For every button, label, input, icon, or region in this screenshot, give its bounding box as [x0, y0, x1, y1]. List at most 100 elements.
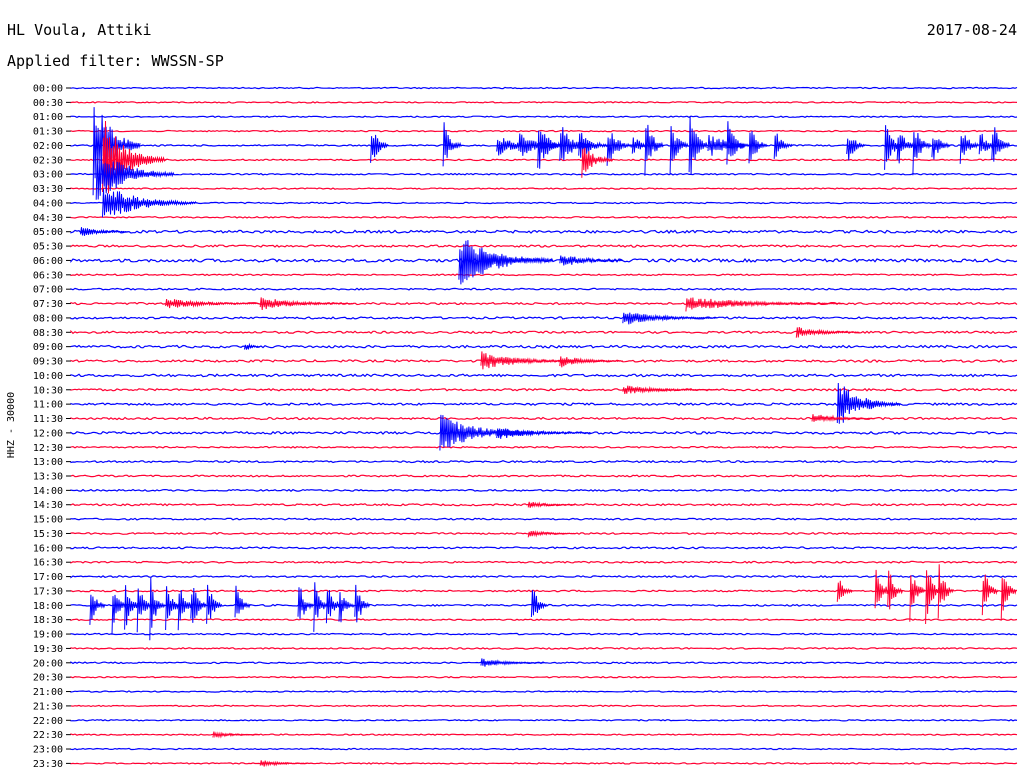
event-waveform [259, 760, 308, 767]
tick-label: 18:00 [33, 601, 63, 612]
trace-line [70, 101, 1018, 104]
event-waveform [370, 134, 390, 163]
tick-label: 22:30 [33, 730, 63, 741]
tick-label: 11:00 [33, 400, 63, 411]
trace-line [70, 86, 1018, 90]
tick-label: 13:30 [33, 471, 63, 482]
trace-line [70, 488, 1017, 492]
tick-label: 14:00 [33, 486, 63, 497]
tick-label: 15:30 [33, 529, 63, 540]
event-waveform [80, 227, 128, 236]
tick-label: 04:00 [33, 198, 63, 209]
y-axis-label: HHZ - 30000 [6, 392, 17, 458]
event-waveform [685, 297, 844, 312]
event-waveform [909, 575, 926, 622]
tick-label: 23:30 [33, 759, 63, 770]
trace-line [70, 187, 1018, 190]
tick-label: 08:00 [33, 313, 63, 324]
tick-label: 07:30 [33, 299, 63, 310]
tick-label: 00:00 [33, 84, 63, 95]
event-waveform [991, 127, 1011, 162]
tick-label: 04:30 [33, 213, 63, 224]
event-waveform [937, 564, 954, 619]
trace-line [70, 316, 1018, 320]
event-waveform [644, 124, 664, 176]
event-waveform [669, 126, 689, 174]
event-waveform [149, 577, 166, 641]
trace-line [70, 675, 1018, 679]
event-waveform [190, 587, 207, 623]
tick-label: 20:00 [33, 658, 63, 669]
tick-label: 15:00 [33, 515, 63, 526]
filter-label: Applied filter: WWSSN-SP [7, 52, 224, 70]
event-waveform [354, 584, 371, 623]
tick-label: 11:30 [33, 414, 63, 425]
tick-label: 13:00 [33, 457, 63, 468]
tick-label: 02:00 [33, 141, 63, 152]
trace-line [70, 172, 1018, 176]
tick-label: 16:30 [33, 558, 63, 569]
trace-line [70, 704, 1018, 708]
trace-line [70, 762, 1018, 765]
trace-line [70, 344, 1018, 349]
tick-label: 12:00 [33, 428, 63, 439]
trace-line [70, 690, 1018, 693]
event-waveform [795, 327, 860, 338]
trace-line [70, 474, 1018, 478]
trace-line [70, 546, 1018, 550]
event-waveform [931, 138, 951, 160]
chart-date: 2017-08-24 [927, 21, 1017, 39]
trace-line [70, 560, 1018, 564]
chart-title: HL Voula, Attiki [7, 21, 152, 39]
trace-line [70, 517, 1018, 521]
event-waveform [530, 590, 547, 618]
event-waveform [297, 587, 314, 619]
event-waveform [726, 121, 746, 165]
tick-label: 05:00 [33, 227, 63, 238]
event-waveform [165, 299, 260, 309]
trace-line [70, 373, 1018, 378]
trace-line [70, 273, 1018, 277]
event-waveform [537, 130, 564, 169]
event-waveform [559, 356, 624, 368]
event-waveform [912, 132, 932, 176]
tick-label: 22:00 [33, 716, 63, 727]
tick-label: 12:30 [33, 443, 63, 454]
trace-line [70, 329, 1018, 335]
time-tick-labels: 00:00 00:30 01:00 01:30 02:00 02:30 03:00 03:30… [33, 84, 71, 770]
event-waveform [622, 385, 717, 394]
trace-line [70, 632, 1018, 636]
trace-line [70, 459, 1018, 464]
trace-line [70, 287, 1018, 291]
event-waveform [243, 342, 260, 350]
trace-lines [70, 86, 1018, 765]
trace-line [70, 158, 1018, 162]
event-waveform [480, 658, 545, 667]
trace-line [70, 215, 1018, 219]
tick-label: 03:00 [33, 170, 63, 181]
event-waveform [836, 580, 853, 602]
event-waveform [102, 188, 197, 218]
event-waveform [212, 731, 261, 739]
tick-label: 06:30 [33, 270, 63, 281]
trace-line [70, 575, 1018, 579]
trace-line [70, 747, 1017, 751]
tick-label: 23:00 [33, 745, 63, 756]
event-waveform [496, 428, 591, 439]
tick-label: 03:30 [33, 184, 63, 195]
tick-label: 19:00 [33, 630, 63, 641]
tick-label: 01:30 [33, 127, 63, 138]
tick-label: 17:30 [33, 586, 63, 597]
tick-label: 08:30 [33, 328, 63, 339]
trace-line [70, 201, 1018, 205]
trace-line [70, 647, 1018, 650]
tick-label: 21:30 [33, 701, 63, 712]
tick-label: 10:00 [33, 371, 63, 382]
event-waveform [338, 592, 355, 623]
event-waveform [259, 297, 355, 311]
event-waveform [1000, 577, 1017, 621]
tick-label: 18:30 [33, 615, 63, 626]
trace-line [70, 387, 1018, 392]
trace-line [70, 229, 1018, 234]
tick-label: 01:00 [33, 112, 63, 123]
